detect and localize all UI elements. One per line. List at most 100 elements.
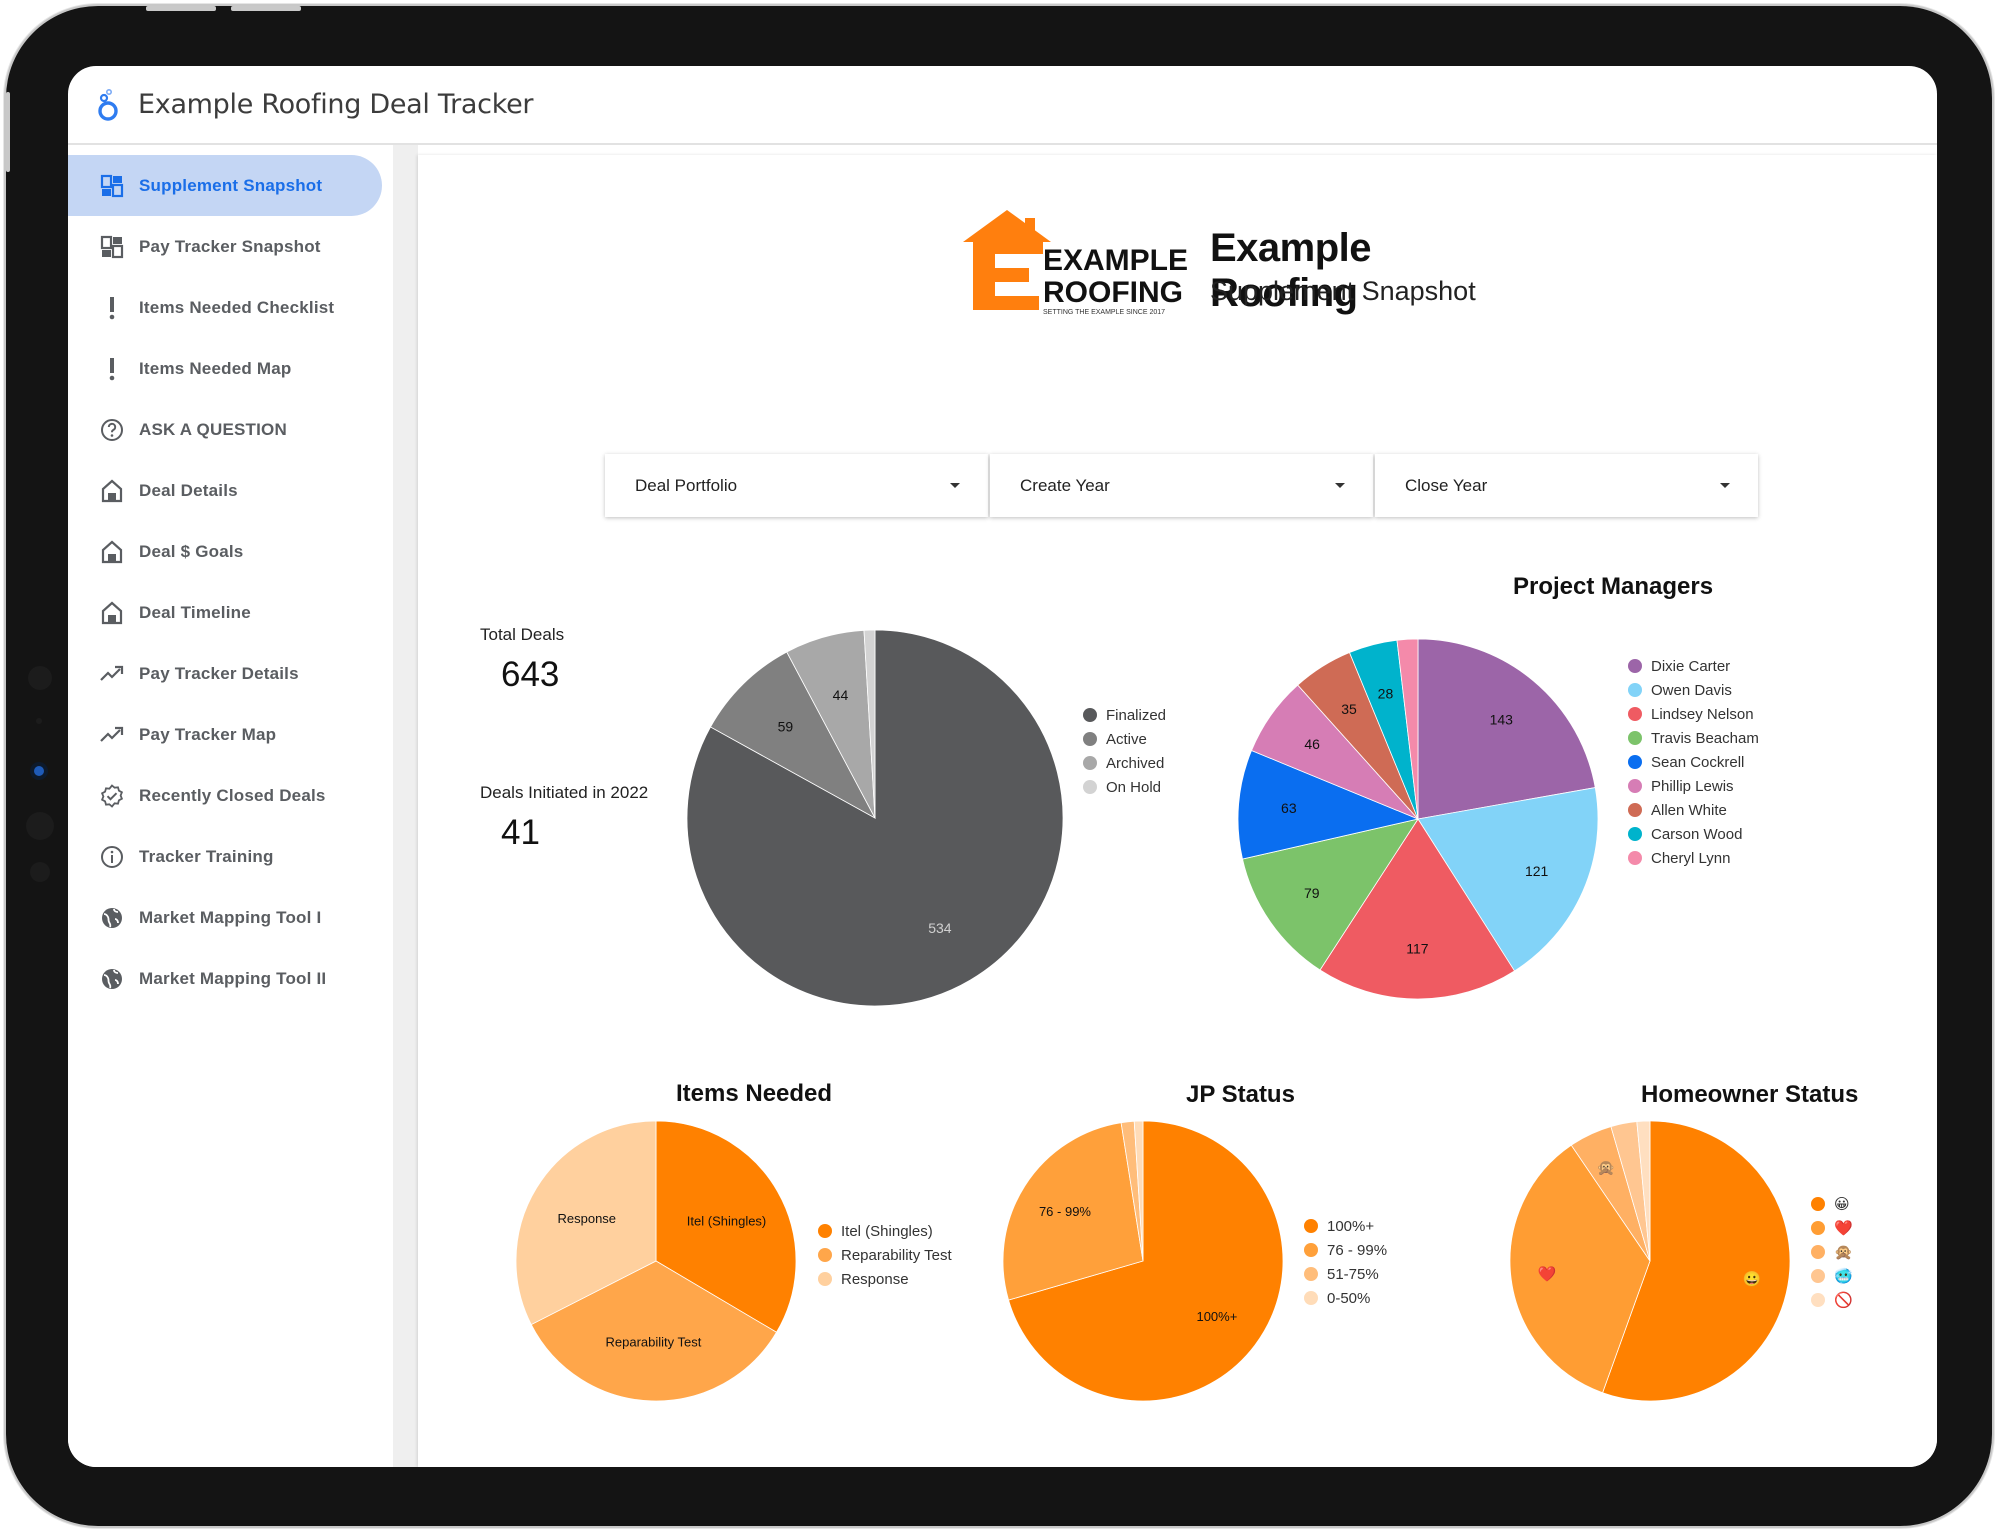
legend-item[interactable]: 0-50% (1304, 1286, 1387, 1310)
sidebar-item-deal-details[interactable]: Deal Details (68, 460, 393, 521)
help-circle-icon (100, 418, 124, 442)
sidebar-item-label: Tracker Training (139, 846, 274, 866)
legend-item[interactable]: Lindsey Nelson (1628, 702, 1759, 726)
legend-swatch (1304, 1291, 1318, 1305)
dropdown-label: Create Year (1020, 475, 1110, 495)
legend-swatch (1628, 803, 1642, 817)
data-label: 😀 (1743, 1270, 1762, 1288)
legend-item[interactable]: 100%+ (1304, 1214, 1387, 1238)
legend-label: Travis Beacham (1651, 729, 1759, 747)
sidebar-item-items-needed-checklist[interactable]: Items Needed Checklist (68, 277, 393, 338)
legend-item[interactable]: Carson Wood (1628, 822, 1759, 846)
sidebar-item-deal-timeline[interactable]: Deal Timeline (68, 582, 393, 643)
legend-item[interactable]: Sean Cockrell (1628, 750, 1759, 774)
sidebar-item-label: Market Mapping Tool I (139, 907, 322, 927)
legend-label: Lindsey Nelson (1651, 705, 1754, 723)
data-label: 28 (1378, 685, 1394, 701)
brand-header: EXAMPLE ROOFING SETTING THE EXAMPLE SINC… (963, 208, 1523, 318)
sidebar-item-deal-goals[interactable]: Deal $ Goals (68, 521, 393, 582)
project-managers-pie: 143 121 117 79 63 46 35 28 (1237, 638, 1599, 1000)
sidebar-item-items-needed-map[interactable]: Items Needed Map (68, 338, 393, 399)
data-label: 63 (1281, 800, 1297, 816)
sidebar-item-label: Deal Details (139, 480, 238, 500)
sidebar-item-tracker-training[interactable]: Tracker Training (68, 826, 393, 887)
sidebar-item-label: Deal Timeline (139, 602, 251, 622)
chevron-down-icon (1720, 483, 1730, 488)
legend-label: Finalized (1106, 706, 1167, 724)
legend-swatch (1628, 683, 1642, 697)
legend-item[interactable]: Response (818, 1267, 952, 1291)
legend-item[interactable]: 🥶 (1811, 1264, 1853, 1288)
deal-portfolio-dropdown[interactable]: Deal Portfolio (605, 454, 988, 517)
legend-item[interactable]: Owen Davis (1628, 678, 1759, 702)
legend-label: On Hold (1106, 778, 1162, 796)
sidebar-item-label: ASK A QUESTION (139, 419, 287, 439)
data-label: Itel (Shingles) (687, 1213, 766, 1228)
legend-item[interactable]: Reparability Test (818, 1243, 952, 1267)
home-icon (100, 479, 124, 503)
close-year-dropdown[interactable]: Close Year (1375, 454, 1758, 517)
sidebar-divider (393, 145, 418, 1467)
initiated-label: Deals Initiated in 2022 (480, 783, 649, 802)
legend-item[interactable]: 51-75% (1304, 1262, 1387, 1286)
legend-item[interactable]: 🙊 (1811, 1240, 1853, 1264)
legend-item[interactable]: 🚫 (1811, 1288, 1853, 1312)
sidebar-item-supplement-snapshot[interactable]: Supplement Snapshot (68, 155, 382, 216)
sensor (26, 812, 54, 840)
legend-swatch (1628, 731, 1642, 745)
chevron-down-icon (1335, 483, 1345, 488)
legend-item[interactable]: ❤️ (1811, 1216, 1853, 1240)
sidebar-item-market-mapping-tool-ii[interactable]: Market Mapping Tool II (68, 948, 393, 1009)
sidebar-item-pay-tracker-snapshot[interactable]: Pay Tracker Snapshot (68, 216, 393, 277)
legend-item[interactable]: 76 - 99% (1304, 1238, 1387, 1262)
sensor (28, 666, 52, 690)
legend-label: 100%+ (1327, 1217, 1375, 1235)
trending-up-icon (100, 662, 124, 686)
legend-item[interactable]: Archived (1083, 751, 1166, 775)
sidebar-item-label: Pay Tracker Details (139, 663, 299, 683)
create-year-dropdown[interactable]: Create Year (990, 454, 1373, 517)
app-header: Example Roofing Deal Tracker (68, 66, 1937, 145)
data-label: 100%+ (1196, 1309, 1237, 1324)
homeowner-status-legend: 😀 ❤️ 🙊 🥶 🚫 (1811, 1192, 1853, 1312)
legend-swatch (1811, 1245, 1825, 1259)
legend-item[interactable]: Phillip Lewis (1628, 774, 1759, 798)
sidebar-item-recently-closed-deals[interactable]: Recently Closed Deals (68, 765, 393, 826)
sidebar-item-market-mapping-tool-i[interactable]: Market Mapping Tool I (68, 887, 393, 948)
legend-item[interactable]: Travis Beacham (1628, 726, 1759, 750)
data-label: ❤️ (1538, 1265, 1557, 1283)
total-deals-value: 643 (501, 655, 560, 694)
legend-swatch (1304, 1243, 1318, 1257)
legend-swatch (1083, 708, 1097, 722)
legend-swatch (1811, 1197, 1825, 1211)
legend-item[interactable]: On Hold (1083, 775, 1166, 799)
data-label: Response (557, 1211, 616, 1226)
legend-item[interactable]: Finalized (1083, 703, 1166, 727)
legend-item[interactable]: Active (1083, 727, 1166, 751)
deal-status-pie: 534 59 44 (686, 629, 1064, 1007)
sidebar-item-label: Deal $ Goals (139, 541, 244, 561)
logo-line2: ROOFING (1043, 276, 1183, 309)
info-icon (100, 845, 124, 869)
legend-item[interactable]: Dixie Carter (1628, 654, 1759, 678)
chart-title: JP Status (1186, 1081, 1295, 1108)
sidebar-item-ask-a-question[interactable]: ASK A QUESTION (68, 399, 393, 460)
sidebar-item-pay-tracker-map[interactable]: Pay Tracker Map (68, 704, 393, 765)
camera-lens (34, 766, 44, 776)
dropdown-label: Close Year (1405, 475, 1488, 495)
sidebar-nav: Supplement Snapshot Pay Tracker Snapshot I… (68, 145, 393, 1009)
legend-item[interactable]: Cheryl Lynn (1628, 846, 1759, 870)
legend-swatch (1628, 707, 1642, 721)
sidebar-item-label: Recently Closed Deals (139, 785, 326, 805)
legend-swatch (1628, 851, 1642, 865)
data-label: 121 (1525, 863, 1549, 879)
legend-label: Archived (1106, 754, 1165, 772)
legend-label: Owen Davis (1651, 681, 1732, 699)
sidebar-item-pay-tracker-details[interactable]: Pay Tracker Details (68, 643, 393, 704)
legend-item[interactable]: Allen White (1628, 798, 1759, 822)
data-label: 59 (778, 719, 794, 735)
legend-item[interactable]: Itel (Shingles) (818, 1219, 952, 1243)
legend-label: Carson Wood (1651, 825, 1743, 843)
globe-icon (100, 906, 124, 930)
legend-item[interactable]: 😀 (1811, 1192, 1853, 1216)
